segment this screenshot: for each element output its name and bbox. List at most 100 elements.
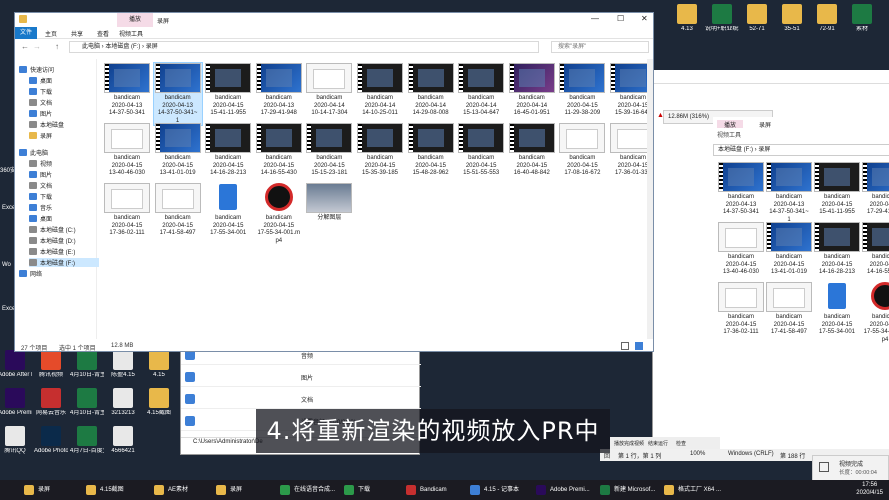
sidebar-item[interactable]: 录屏 — [29, 131, 52, 140]
desktop-icon[interactable]: 说明+职业统计+第4组 — [705, 4, 739, 33]
file-item[interactable]: bandicam 2020-04-15 17-55-34-001 — [204, 183, 252, 238]
desktop-icon[interactable]: 素材 — [845, 4, 879, 33]
file-item[interactable]: bandicam2020-04-1317-29-41-948 — [255, 63, 303, 118]
tab-home[interactable]: 主页 — [45, 29, 57, 38]
file-item[interactable]: bandicam 2020-04-13 14-37-50-341~ 1 — [765, 162, 813, 224]
sidebar-item[interactable]: 桌面 — [29, 214, 52, 223]
file-item[interactable]: bandicam 2020-04-15 13-40-46-030 — [717, 222, 765, 277]
taskbar-button[interactable]: 4.15 - 记事本 — [466, 482, 519, 498]
file-item[interactable]: bandicam2020-04-1514-16-55-430 — [255, 123, 303, 178]
breadcrumb-item[interactable]: 录屏 — [146, 44, 158, 50]
desktop-icon[interactable]: 4.13 — [670, 4, 704, 33]
desktop-icon[interactable]: 腾讯QQ — [0, 426, 32, 455]
notification[interactable]: 视频完成 长度：00:00:04 — [812, 455, 889, 481]
file-item[interactable]: bandicam 2020-04-15 16-40-48-842 — [508, 123, 556, 178]
file-item[interactable]: bandicam 2020-04-14 15-13-04-647 — [457, 63, 505, 118]
lower-list-row[interactable]: 图片 — [181, 369, 421, 387]
sidebar-item[interactable]: 本地磁盘 (E:) — [29, 247, 75, 256]
taskbar-button[interactable]: 下载 — [340, 482, 370, 498]
breadcrumb-item[interactable]: 录屏 — [758, 147, 770, 153]
sidebar-item[interactable]: 下载 — [29, 192, 52, 201]
sidebar-item[interactable]: 文档 — [29, 98, 52, 107]
taskbar-button[interactable]: 录屏 — [212, 482, 242, 498]
file-item[interactable]: bandicam2020-04-1517-55-34-001.mp4 — [861, 282, 889, 344]
back-icon[interactable]: ← — [21, 42, 29, 51]
file-item[interactable]: bandicam 2020-04-15 14-16-28-213 — [204, 123, 252, 178]
file-item[interactable]: bandicam 2020-04-15 17-41-58-497 — [154, 183, 202, 238]
file-item[interactable]: bandicam2020-04-1514-16-55-430 — [861, 222, 889, 277]
desktop-icon[interactable]: 4.15 — [142, 350, 176, 379]
tab-video-tools[interactable]: 视频工具 — [717, 130, 741, 139]
breadcrumb-item[interactable]: 此电脑 — [82, 44, 100, 50]
taskbar-button[interactable]: 录屏 — [20, 482, 50, 498]
file-item[interactable]: bandicam 2020-04-15 15-48-28-962 — [407, 123, 455, 178]
file-item[interactable]: bandicam 2020-04-15 17-08-16-672 — [558, 123, 606, 178]
details-view-icon[interactable] — [621, 342, 629, 350]
file-item[interactable]: 分解图层 — [305, 183, 353, 223]
maximize-button[interactable]: ☐ — [617, 14, 624, 23]
taskbar-button[interactable]: Bandicam — [402, 482, 447, 498]
tab-file[interactable]: 文件 — [15, 27, 37, 39]
desktop-icon[interactable]: 4566421 — [106, 426, 140, 455]
tab-view[interactable]: 查看 — [97, 29, 109, 38]
minimize-button[interactable]: — — [591, 14, 599, 23]
breadcrumb-item[interactable]: 本地磁盘 (F:) — [105, 44, 140, 50]
sidebar-item[interactable]: 此电脑 — [19, 148, 48, 157]
close-button[interactable]: ✕ — [641, 14, 648, 23]
file-item[interactable]: bandicam 2020-04-14 16-45-01-951 — [508, 63, 556, 118]
sidebar-item[interactable]: 本地磁盘 (F:) — [29, 258, 103, 267]
file-item[interactable]: bandicam2020-04-1517-55-34-001.mp4 — [255, 183, 303, 245]
desktop-icon[interactable]: 4月7日-百度主调视频嘛 — [70, 426, 104, 455]
right-address-bar[interactable]: 本地磁盘 (F:) › 录屏 — [713, 144, 889, 156]
breadcrumb-item[interactable]: 本地磁盘 (F:) — [718, 147, 753, 153]
file-item[interactable]: bandicam2020-04-1317-29-41-948 — [861, 162, 889, 217]
file-item[interactable]: bandicam 2020-04-15 15-15-23-181 — [305, 123, 353, 178]
sidebar-item[interactable]: 桌面 — [29, 76, 52, 85]
desktop-icon[interactable]: 4月10日-青主调视频嘛 — [70, 388, 104, 417]
desktop-icon[interactable]: 72-91 — [810, 4, 844, 33]
file-item[interactable]: bandicam 2020-04-15 17-36-02-111 — [103, 183, 151, 238]
sidebar-item[interactable]: 文档 — [29, 181, 52, 190]
file-item[interactable]: bandicam 2020-04-14 14-10-25-011 — [356, 63, 404, 118]
desktop-icon[interactable]: Adobe After Effects 2020 — [0, 350, 32, 379]
sidebar-item[interactable]: 网络 — [19, 269, 42, 278]
taskbar-button[interactable]: AE素材 — [150, 482, 188, 498]
file-item[interactable]: bandicam 2020-04-13 14-37-50-341~ 1 — [152, 62, 203, 126]
desktop-icon[interactable]: Adobe Premie... — [0, 388, 32, 417]
file-item[interactable]: bandicam 2020-04-15 13-41-01-019 — [154, 123, 202, 178]
file-item[interactable]: bandicam 2020-04-14 14-29-08-008 — [407, 63, 455, 118]
up-icon[interactable]: ↑ — [55, 42, 59, 51]
file-item[interactable]: bandicam 2020-04-15 11-29-38-209 — [558, 63, 606, 118]
desktop-icon[interactable]: 3213213 — [106, 388, 140, 417]
option-item[interactable]: 检查 — [676, 440, 686, 447]
file-item[interactable]: bandicam 2020-04-15 14-16-28-213 — [813, 222, 861, 277]
lower-list-row[interactable]: 文档 — [181, 391, 421, 409]
sidebar-item[interactable]: 快速访问 — [19, 65, 54, 74]
large-icons-view-icon[interactable] — [635, 342, 643, 350]
tab-share[interactable]: 共享 — [71, 29, 83, 38]
sidebar-item[interactable]: 本地磁盘 (C:) — [29, 225, 76, 234]
file-item[interactable]: bandicam 2020-04-15 13-40-46-030 — [103, 123, 151, 178]
sidebar-item[interactable]: 视频 — [29, 159, 52, 168]
tab-recording[interactable]: 录屏 — [759, 120, 771, 129]
sidebar-item[interactable]: 图片 — [29, 109, 52, 118]
file-item[interactable]: bandicam 2020-04-13 14-37-50-341 — [717, 162, 765, 217]
file-item[interactable]: bandicam 2020-04-15 15-41-11-955 — [813, 162, 861, 217]
taskbar-button[interactable]: Adobe Premi... — [532, 482, 590, 498]
option-item[interactable]: 播放完成视频 — [614, 440, 644, 447]
sidebar-item[interactable]: 图片 — [29, 170, 52, 179]
file-item[interactable]: bandicam 2020-04-15 17-36-02-111 — [717, 282, 765, 337]
desktop-icon[interactable]: 4月10日-青主调视频嘛 — [70, 350, 104, 379]
forward-icon[interactable]: → — [33, 42, 41, 51]
taskbar-button[interactable]: 在线语音合成... — [276, 482, 335, 498]
file-item[interactable]: bandicam 2020-04-14 10-14-17-304 — [305, 63, 353, 118]
search-input[interactable]: 搜索"录屏" — [551, 41, 649, 53]
taskbar-button[interactable]: 格式工厂 X64 ... — [660, 482, 721, 498]
file-item[interactable]: bandicam 2020-04-15 15-51-55-553 — [457, 123, 505, 178]
desktop-icon[interactable]: 腾讯视频 — [34, 350, 68, 379]
taskbar-button[interactable]: 4.15截图 — [82, 482, 124, 498]
sidebar-item[interactable]: 音乐 — [29, 203, 52, 212]
desktop-icon[interactable]: 网易云音乐 — [34, 388, 68, 417]
file-item[interactable]: bandicam 2020-04-13 14-37-50-341 — [103, 63, 151, 118]
desktop-icon[interactable]: 52-71 — [740, 4, 774, 33]
